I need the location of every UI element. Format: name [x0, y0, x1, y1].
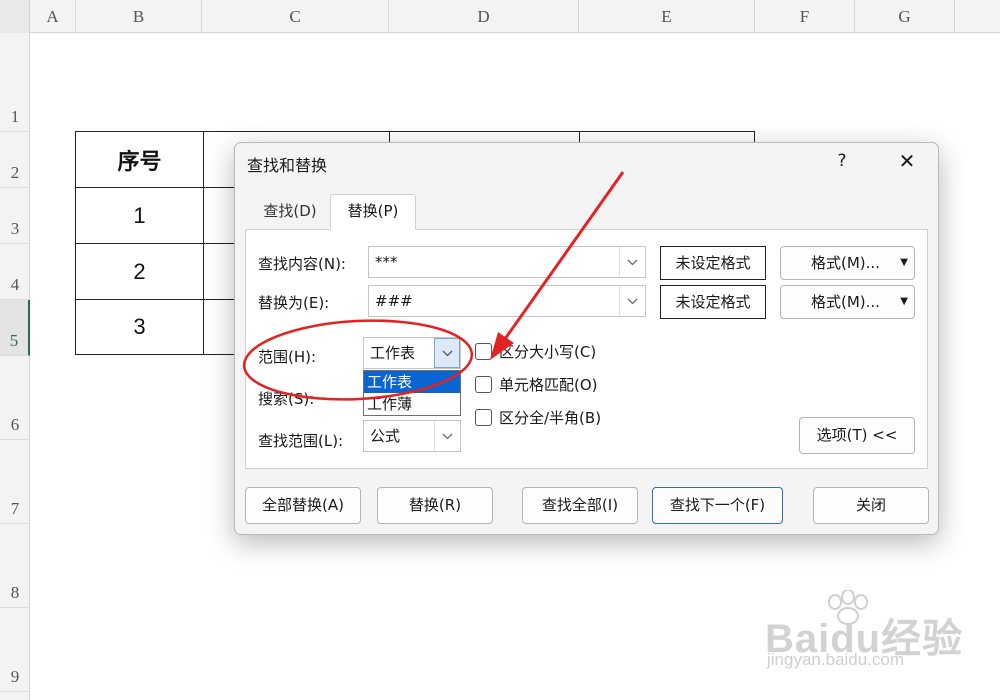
close-icon[interactable]: ✕ [895, 149, 919, 173]
replace-with-value[interactable]: ### [375, 286, 413, 316]
column-header-g[interactable]: G [855, 0, 955, 33]
find-format-label: 格式(M)... [811, 254, 880, 272]
column-header-f[interactable]: F [755, 0, 855, 33]
row-header-8[interactable]: 8 [0, 524, 30, 608]
scope-combo[interactable]: 工作表 [363, 337, 461, 369]
column-header-bar: A B C D E F G [0, 0, 1000, 33]
table-cell-index-2[interactable]: 2 [75, 243, 204, 300]
find-what-value[interactable]: *** [375, 247, 398, 277]
checkbox-box[interactable] [475, 409, 492, 426]
tab-find[interactable]: 查找(D) [249, 195, 331, 229]
column-header-e[interactable]: E [579, 0, 755, 33]
find-what-label: 查找内容(N): [258, 255, 346, 273]
match-cell-label: 单元格匹配(O) [499, 376, 598, 394]
scope-dropdown-list: 工作表 工作薄 [363, 370, 461, 416]
find-format-button[interactable]: 格式(M)... ▼ [780, 246, 915, 280]
watermark-url: jingyan.baidu.com [767, 650, 905, 669]
column-header-a[interactable]: A [30, 0, 76, 33]
find-next-button[interactable]: 查找下一个(F) [652, 487, 783, 524]
match-case-label: 区分大小写(C) [499, 343, 597, 361]
look-in-combo[interactable]: 公式 [363, 420, 461, 452]
select-all-corner[interactable] [0, 0, 30, 33]
row-header-2[interactable]: 2 [0, 132, 30, 188]
options-button[interactable]: 选项(T) << [799, 417, 915, 454]
replace-with-label: 替换为(E): [258, 294, 330, 312]
replace-button[interactable]: 替换(R) [377, 487, 493, 524]
replace-format-status[interactable]: 未设定格式 [660, 285, 766, 319]
scope-value[interactable]: 工作表 [370, 338, 415, 368]
watermark: Baidu经验 jingyan.baidu.com [765, 590, 965, 680]
column-header-c[interactable]: C [202, 0, 389, 33]
row-header-bar: 1 2 3 4 5 6 7 8 9 [0, 33, 30, 700]
replace-all-button[interactable]: 全部替换(A) [245, 487, 361, 524]
replace-format-button[interactable]: 格式(M)... ▼ [780, 285, 915, 319]
scope-option-worksheet[interactable]: 工作表 [364, 371, 460, 393]
row-header-6[interactable]: 6 [0, 356, 30, 440]
close-button[interactable]: 关闭 [813, 487, 929, 524]
chevron-down-icon[interactable] [619, 286, 645, 316]
match-cell-checkbox[interactable]: 单元格匹配(O) [475, 374, 598, 395]
row-header-4[interactable]: 4 [0, 244, 30, 300]
replace-format-label: 格式(M)... [811, 293, 880, 311]
dialog-title: 查找和替换 [247, 156, 328, 175]
find-format-status[interactable]: 未设定格式 [660, 246, 766, 280]
chevron-down-icon[interactable] [434, 421, 460, 451]
table-cell-index-1[interactable]: 1 [75, 187, 204, 244]
replace-with-combo[interactable]: ### [368, 285, 646, 317]
chevron-down-icon[interactable] [619, 247, 645, 277]
table-cell-index-3[interactable]: 3 [75, 299, 204, 355]
row-header-3[interactable]: 3 [0, 188, 30, 244]
row-header-9[interactable]: 9 [0, 608, 30, 692]
look-in-label: 查找范围(L): [258, 432, 344, 450]
row-header-5[interactable]: 5 [0, 300, 30, 356]
checkbox-box[interactable] [475, 376, 492, 393]
match-width-label: 区分全/半角(B) [499, 409, 602, 427]
look-in-value[interactable]: 公式 [370, 421, 400, 451]
find-what-combo[interactable]: *** [368, 246, 646, 278]
scope-option-workbook[interactable]: 工作薄 [364, 393, 460, 415]
chevron-down-icon[interactable] [434, 338, 460, 368]
row-header-1[interactable]: 1 [0, 33, 30, 132]
column-header-b[interactable]: B [76, 0, 202, 33]
find-all-button[interactable]: 查找全部(I) [522, 487, 638, 524]
help-icon[interactable]: ? [835, 151, 849, 171]
match-width-checkbox[interactable]: 区分全/半角(B) [475, 407, 601, 428]
dropdown-triangle-icon: ▼ [900, 257, 908, 268]
scope-label: 范围(H): [258, 348, 317, 366]
find-replace-dialog: 查找和替换 ? ✕ 查找(D) 替换(P) 查找内容(N): *** 未设定格式… [234, 142, 939, 535]
dropdown-triangle-icon: ▼ [900, 296, 908, 307]
search-label: 搜索(S): [258, 390, 315, 408]
checkbox-box[interactable] [475, 343, 492, 360]
tab-replace[interactable]: 替换(P) [330, 194, 416, 230]
match-case-checkbox[interactable]: 区分大小写(C) [475, 341, 596, 362]
column-header-d[interactable]: D [389, 0, 579, 33]
row-header-7[interactable]: 7 [0, 440, 30, 524]
table-header-cell[interactable]: 序号 [75, 131, 204, 188]
